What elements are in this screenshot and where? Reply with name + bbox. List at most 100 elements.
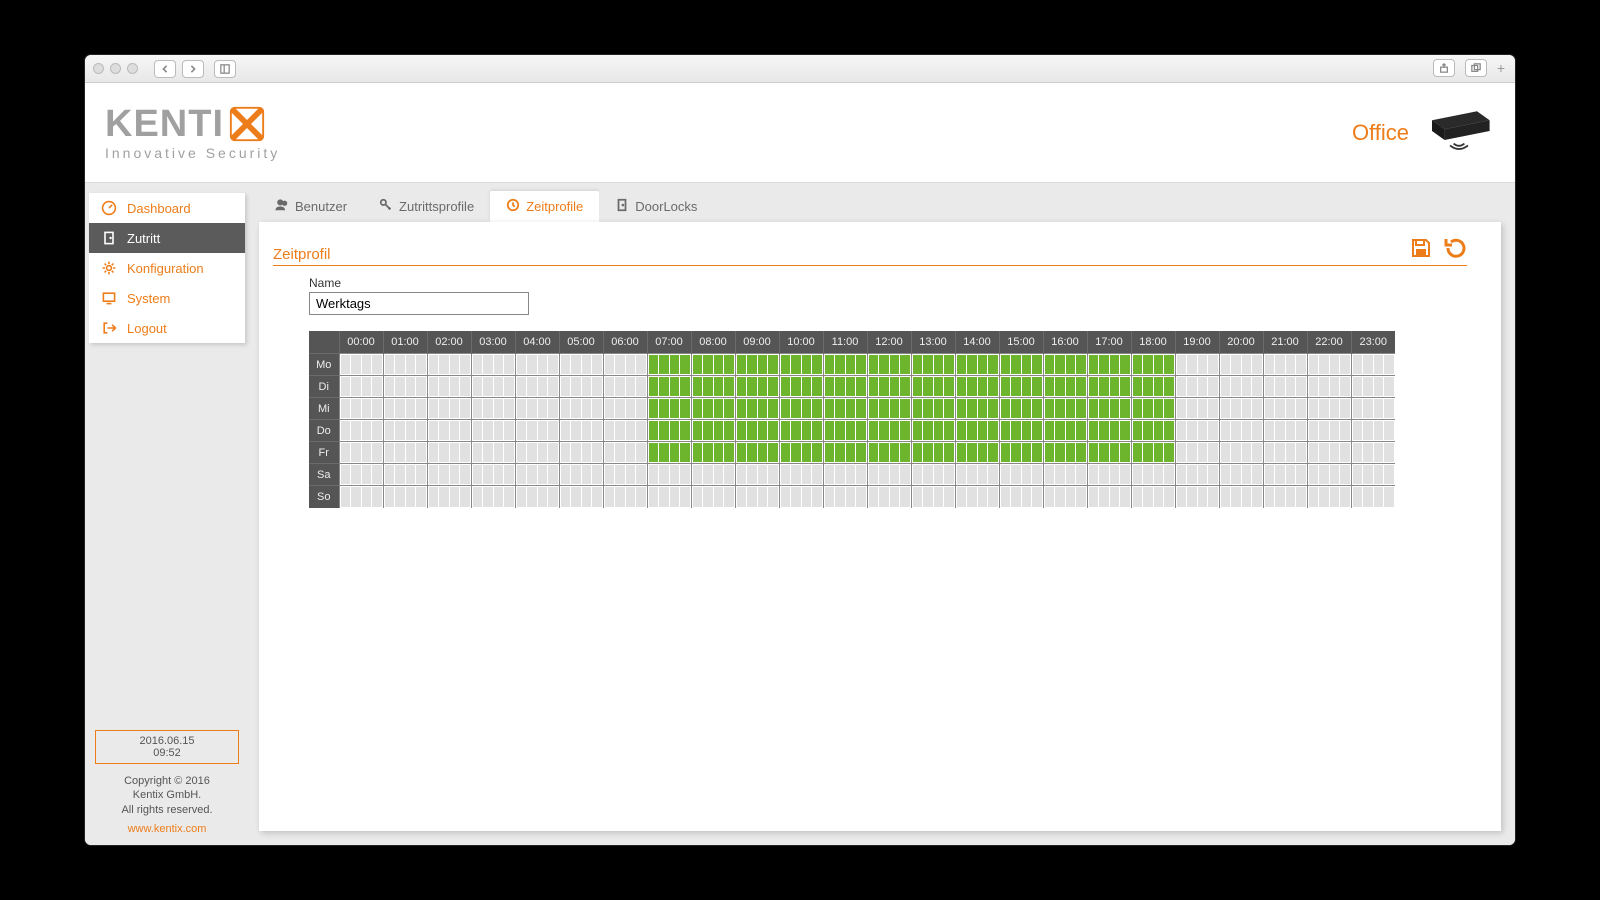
schedule-cell[interactable] xyxy=(999,420,1043,442)
schedule-cell[interactable] xyxy=(955,442,999,464)
schedule-cell[interactable] xyxy=(559,420,603,442)
schedule-cell[interactable] xyxy=(1131,420,1175,442)
schedule-cell[interactable] xyxy=(823,442,867,464)
schedule-cell[interactable] xyxy=(471,398,515,420)
tab-zeitprofile[interactable]: Zeitprofile xyxy=(490,191,599,222)
schedule-cell[interactable] xyxy=(999,464,1043,486)
schedule-cell[interactable] xyxy=(647,354,691,376)
schedule-cell[interactable] xyxy=(1043,420,1087,442)
schedule-cell[interactable] xyxy=(1351,464,1395,486)
schedule-cell[interactable] xyxy=(1263,464,1307,486)
schedule-cell[interactable] xyxy=(1263,442,1307,464)
schedule-cell[interactable] xyxy=(383,354,427,376)
schedule-cell[interactable] xyxy=(1087,420,1131,442)
schedule-cell[interactable] xyxy=(1043,464,1087,486)
schedule-cell[interactable] xyxy=(1307,486,1351,508)
schedule-cell[interactable] xyxy=(999,486,1043,508)
schedule-cell[interactable] xyxy=(1307,376,1351,398)
schedule-cell[interactable] xyxy=(647,420,691,442)
schedule-cell[interactable] xyxy=(1043,398,1087,420)
schedule-cell[interactable] xyxy=(691,442,735,464)
schedule-cell[interactable] xyxy=(1175,398,1219,420)
schedule-cell[interactable] xyxy=(955,376,999,398)
schedule-cell[interactable] xyxy=(1087,442,1131,464)
schedule-cell[interactable] xyxy=(955,464,999,486)
schedule-cell[interactable] xyxy=(603,486,647,508)
schedule-cell[interactable] xyxy=(647,376,691,398)
schedule-cell[interactable] xyxy=(999,354,1043,376)
schedule-cell[interactable] xyxy=(1131,354,1175,376)
sidebar-toggle[interactable] xyxy=(214,60,236,78)
schedule-cell[interactable] xyxy=(1263,354,1307,376)
schedule-cell[interactable] xyxy=(867,486,911,508)
schedule-cell[interactable] xyxy=(603,464,647,486)
sidebar-item-dashboard[interactable]: Dashboard xyxy=(89,193,245,223)
schedule-cell[interactable] xyxy=(867,376,911,398)
sidebar-item-zutritt[interactable]: Zutritt xyxy=(89,223,245,253)
schedule-cell[interactable] xyxy=(603,442,647,464)
schedule-cell[interactable] xyxy=(1043,354,1087,376)
schedule-cell[interactable] xyxy=(691,376,735,398)
schedule-cell[interactable] xyxy=(559,376,603,398)
schedule-cell[interactable] xyxy=(1087,376,1131,398)
schedule-cell[interactable] xyxy=(691,464,735,486)
schedule-cell[interactable] xyxy=(1131,398,1175,420)
schedule-cell[interactable] xyxy=(383,398,427,420)
schedule-cell[interactable] xyxy=(1131,486,1175,508)
schedule-cell[interactable] xyxy=(427,442,471,464)
schedule-cell[interactable] xyxy=(647,464,691,486)
schedule-cell[interactable] xyxy=(1351,420,1395,442)
schedule-cell[interactable] xyxy=(735,354,779,376)
schedule-cell[interactable] xyxy=(471,376,515,398)
schedule-cell[interactable] xyxy=(1219,354,1263,376)
schedule-grid[interactable]: 00:0001:0002:0003:0004:0005:0006:0007:00… xyxy=(309,331,1395,508)
schedule-cell[interactable] xyxy=(823,354,867,376)
schedule-cell[interactable] xyxy=(1263,376,1307,398)
schedule-cell[interactable] xyxy=(911,354,955,376)
schedule-cell[interactable] xyxy=(955,398,999,420)
schedule-cell[interactable] xyxy=(427,354,471,376)
schedule-cell[interactable] xyxy=(823,376,867,398)
schedule-cell[interactable] xyxy=(603,420,647,442)
schedule-cell[interactable] xyxy=(603,376,647,398)
schedule-cell[interactable] xyxy=(1219,486,1263,508)
schedule-cell[interactable] xyxy=(911,420,955,442)
schedule-cell[interactable] xyxy=(1087,398,1131,420)
schedule-cell[interactable] xyxy=(1307,442,1351,464)
schedule-cell[interactable] xyxy=(383,486,427,508)
schedule-cell[interactable] xyxy=(1175,464,1219,486)
schedule-cell[interactable] xyxy=(1043,442,1087,464)
schedule-cell[interactable] xyxy=(1263,420,1307,442)
schedule-cell[interactable] xyxy=(559,354,603,376)
schedule-cell[interactable] xyxy=(1219,376,1263,398)
schedule-cell[interactable] xyxy=(1043,486,1087,508)
schedule-cell[interactable] xyxy=(1263,398,1307,420)
schedule-cell[interactable] xyxy=(515,464,559,486)
schedule-cell[interactable] xyxy=(471,420,515,442)
schedule-cell[interactable] xyxy=(471,442,515,464)
schedule-cell[interactable] xyxy=(339,442,383,464)
schedule-cell[interactable] xyxy=(1175,442,1219,464)
schedule-cell[interactable] xyxy=(603,354,647,376)
sidebar-item-logout[interactable]: Logout xyxy=(89,313,245,343)
schedule-cell[interactable] xyxy=(471,354,515,376)
schedule-cell[interactable] xyxy=(1307,398,1351,420)
schedule-cell[interactable] xyxy=(911,486,955,508)
schedule-cell[interactable] xyxy=(427,420,471,442)
schedule-cell[interactable] xyxy=(779,442,823,464)
schedule-cell[interactable] xyxy=(779,354,823,376)
schedule-cell[interactable] xyxy=(691,398,735,420)
schedule-cell[interactable] xyxy=(779,464,823,486)
schedule-cell[interactable] xyxy=(1307,420,1351,442)
schedule-cell[interactable] xyxy=(1175,486,1219,508)
schedule-cell[interactable] xyxy=(735,420,779,442)
schedule-cell[interactable] xyxy=(779,398,823,420)
schedule-cell[interactable] xyxy=(1175,376,1219,398)
schedule-cell[interactable] xyxy=(1351,376,1395,398)
schedule-cell[interactable] xyxy=(1351,354,1395,376)
schedule-cell[interactable] xyxy=(867,420,911,442)
schedule-cell[interactable] xyxy=(911,442,955,464)
schedule-cell[interactable] xyxy=(735,464,779,486)
schedule-cell[interactable] xyxy=(1043,376,1087,398)
schedule-cell[interactable] xyxy=(779,486,823,508)
